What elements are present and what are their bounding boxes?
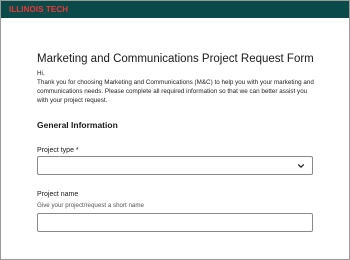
project-name-hint: Give your project/request a short name [37, 202, 144, 209]
illinois-tech-logo[interactable]: ILLINOIS TECH [9, 5, 68, 14]
project-type-select[interactable] [37, 156, 313, 175]
project-name-label: Project name [37, 191, 79, 198]
page-frame: ILLINOIS TECH Marketing and Communicatio… [0, 0, 350, 260]
site-header: ILLINOIS TECH [1, 1, 349, 18]
section-heading-general-information: General Information [37, 120, 118, 130]
intro-text: Thank you for choosing Marketing and Com… [37, 79, 314, 105]
project-name-input[interactable] [37, 213, 313, 232]
project-type-label: Project type * [37, 147, 79, 154]
greeting-text: Hi, [37, 70, 45, 77]
chevron-down-icon [297, 164, 305, 168]
page-title: Marketing and Communications Project Req… [37, 53, 314, 65]
